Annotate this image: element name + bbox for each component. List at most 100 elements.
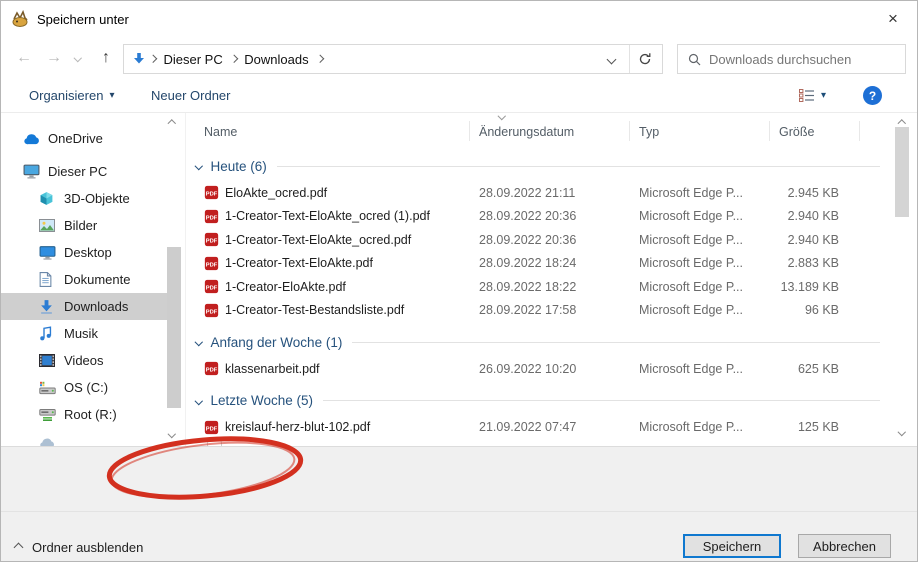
downloads-icon (132, 52, 146, 66)
pdf-icon: PDF (204, 420, 219, 435)
svg-text:PDF: PDF (206, 309, 218, 315)
search-placeholder: Downloads durchsuchen (709, 52, 851, 67)
search-box[interactable]: Downloads durchsuchen (677, 44, 906, 74)
forward-icon: → (46, 49, 62, 67)
sidebar-scrollbar-thumb[interactable] (167, 247, 181, 408)
group-collapse-icon[interactable] (195, 338, 203, 346)
sidebar-item-bilder[interactable]: Bilder (1, 212, 167, 239)
pdf-icon: PDF (204, 185, 219, 200)
sidebar-item-os-c[interactable]: OS (C:) (1, 374, 167, 401)
caret-down-icon: ▾ (109, 90, 114, 101)
sidebar-item-3d-objekte[interactable]: 3D-Objekte (1, 185, 167, 212)
file-size: 2.940 KB (779, 233, 839, 247)
sidebar-item-onedrive[interactable]: OneDrive (1, 125, 167, 152)
address-dropdown-icon[interactable] (607, 54, 617, 64)
hide-folders-label: Ordner ausblenden (32, 540, 143, 555)
scroll-up-icon[interactable] (168, 120, 176, 128)
pdf-icon: PDF (204, 361, 219, 376)
file-row[interactable]: PDF1-Creator-EloAkte.pdf28.09.2022 18:22… (186, 275, 894, 299)
up-button[interactable]: ↑ (93, 37, 119, 79)
back-button[interactable]: ← (11, 37, 37, 79)
file-size: 2.883 KB (779, 256, 839, 270)
hide-folders-button[interactable]: Ordner ausblenden (15, 540, 143, 555)
filelist-scrollbar-thumb[interactable] (895, 127, 909, 217)
address-bar[interactable]: Dieser PC Downloads (123, 44, 663, 74)
sidebar-item-label: Bilder (64, 218, 97, 233)
file-size: 2.940 KB (779, 209, 839, 223)
chevron-right-icon (230, 55, 238, 63)
new-folder-label: Neuer Ordner (151, 88, 230, 103)
group-header[interactable]: Letzte Woche (5) (186, 386, 894, 416)
app-icon (11, 10, 29, 28)
save-as-dialog: Speichern unter × ← → ↑ Dieser PC Downlo… (0, 0, 918, 562)
file-date: 28.09.2022 20:36 (479, 209, 639, 223)
help-icon: ? (869, 89, 876, 103)
search-icon (688, 53, 701, 66)
column-header-name[interactable]: Name (204, 125, 479, 139)
file-name: 1-Creator-Text-EloAkte.pdf (225, 256, 479, 270)
svg-text:PDF: PDF (206, 286, 218, 292)
command-bar: Organisieren ▾ Neuer Ordner ▾ ? (1, 79, 917, 113)
file-row[interactable]: PDF1-Creator-Text-EloAkte_ocred (1).pdf2… (186, 205, 894, 229)
refresh-icon[interactable] (638, 52, 652, 66)
sidebar-item-label: OS (C:) (64, 380, 108, 395)
group-header[interactable]: Anfang der Woche (1) (186, 327, 894, 357)
sidebar-item-desktop[interactable]: Desktop (1, 239, 167, 266)
sidebar-item-downloads[interactable]: Downloads (1, 293, 167, 320)
sidebar-item-dokumente[interactable]: Dokumente (1, 266, 167, 293)
file-row[interactable]: PDF1-Creator-Text-EloAkte_ocred.pdf28.09… (186, 228, 894, 252)
sidebar-item-label: Root (R:) (64, 407, 117, 422)
save-button[interactable]: Speichern (683, 534, 781, 558)
onedrive-cloud-icon (23, 131, 40, 147)
new-folder-button[interactable]: Neuer Ordner (151, 79, 230, 112)
pdf-icon: PDF (204, 279, 219, 294)
scroll-down-icon[interactable] (898, 428, 906, 436)
column-divider[interactable] (469, 121, 470, 141)
sidebar-item-musik[interactable]: Musik (1, 320, 167, 347)
file-type: Microsoft Edge P... (639, 233, 779, 247)
group-collapse-icon[interactable] (195, 397, 203, 405)
save-label: Speichern (703, 539, 762, 554)
organize-label: Organisieren (29, 88, 103, 103)
scroll-down-icon[interactable] (168, 430, 176, 438)
organize-button[interactable]: Organisieren ▾ (29, 79, 114, 112)
group-divider (323, 400, 880, 401)
file-list-body: Heute (6)PDFEloAkte_ocred.pdf28.09.2022 … (186, 151, 894, 446)
file-type: Microsoft Edge P... (639, 209, 779, 223)
file-row[interactable]: PDF1-Creator-Text-EloAkte.pdf28.09.2022 … (186, 252, 894, 276)
forward-button[interactable]: → (41, 37, 67, 79)
group-header[interactable]: Heute (6) (186, 151, 894, 181)
column-header-type[interactable]: Typ (639, 125, 779, 139)
column-divider[interactable] (629, 121, 630, 141)
music-icon (39, 326, 56, 342)
file-row[interactable]: PDFklassenarbeit.pdf26.09.2022 10:20Micr… (186, 357, 894, 381)
documents-icon (39, 272, 56, 288)
file-row[interactable]: PDFEloAkte_ocred.pdf28.09.2022 21:11Micr… (186, 181, 894, 205)
sidebar-item-label: Desktop (64, 245, 112, 260)
recent-locations-button[interactable] (69, 37, 87, 79)
file-row[interactable]: PDF1-Creator-Test-Bestandsliste.pdf28.09… (186, 299, 894, 323)
file-name: kreislauf-herz-blut-102.pdf (225, 420, 479, 434)
file-date: 21.09.2022 07:47 (479, 420, 639, 434)
cancel-label: Abbrechen (813, 539, 876, 554)
column-header-date[interactable]: Änderungsdatum (479, 125, 639, 139)
cancel-button[interactable]: Abbrechen (798, 534, 891, 558)
close-button[interactable]: × (877, 7, 909, 31)
file-date: 28.09.2022 21:11 (479, 186, 639, 200)
sidebar-item-videos[interactable]: Videos (1, 347, 167, 374)
file-row[interactable]: PDF kreislauf-herz-blut-102.pdf21.09.2022… (186, 416, 894, 440)
chevron-down-icon (74, 54, 82, 62)
breadcrumb-dieser-pc[interactable]: Dieser PC (164, 52, 223, 67)
change-view-button[interactable]: ▾ (799, 79, 826, 112)
column-header-size[interactable]: Größe (779, 125, 839, 139)
column-divider[interactable] (769, 121, 770, 141)
help-button[interactable]: ? (863, 86, 882, 105)
breadcrumb-downloads[interactable]: Downloads (244, 52, 308, 67)
file-name: klassenarbeit.pdf (225, 362, 479, 376)
file-date: 28.09.2022 18:22 (479, 280, 639, 294)
sidebar-item-dieser-pc[interactable]: Dieser PC (1, 158, 167, 185)
group-collapse-icon[interactable] (195, 162, 203, 170)
chevron-right-icon (149, 55, 157, 63)
sidebar-item-root-r[interactable]: Root (R:) (1, 401, 167, 428)
column-divider[interactable] (859, 121, 860, 141)
